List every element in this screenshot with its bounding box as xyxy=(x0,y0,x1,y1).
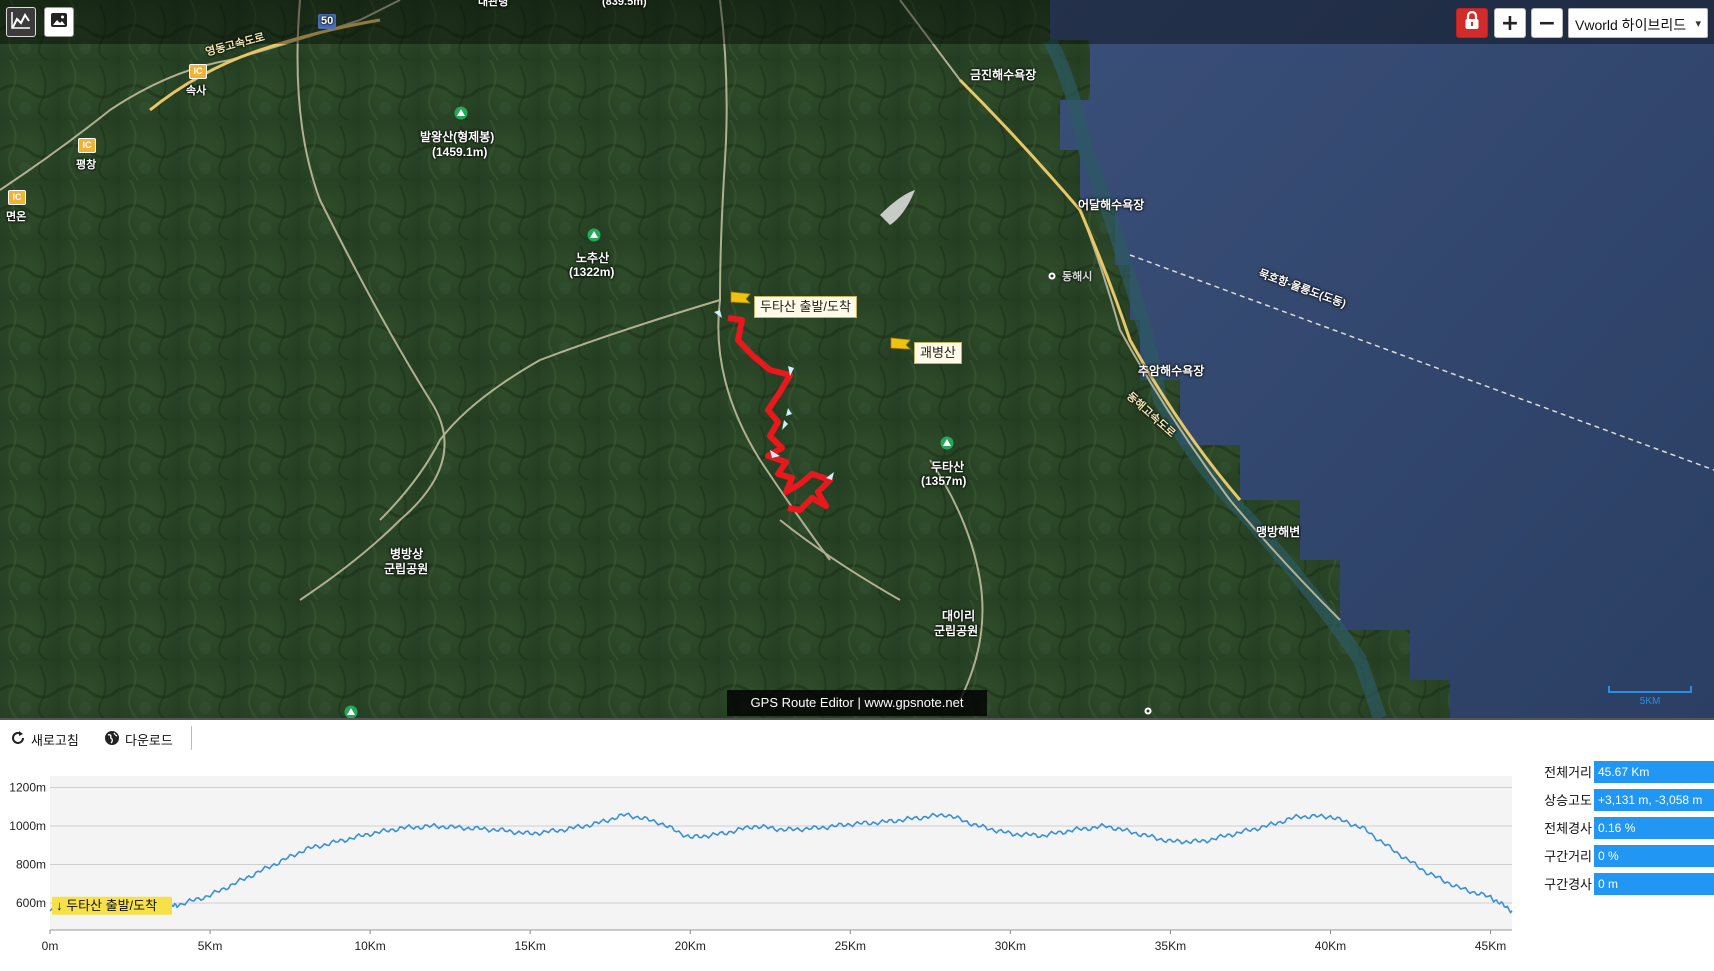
stat-row: 전체거리 45.67 Km xyxy=(1536,758,1714,786)
annotation-label: ↓ 두타산 출발/도착 xyxy=(56,898,157,913)
elevation-panel: 새로고침 다운로드 600m 800m 1000m 1200m 0m 5Km 10Km 15K… xyxy=(0,718,1714,971)
elevation-chart-button[interactable] xyxy=(6,7,36,37)
lock-button[interactable] xyxy=(1456,8,1488,38)
lock-icon xyxy=(1464,10,1480,36)
map-label-top-peak: (839.5m) xyxy=(602,0,647,8)
x-tick-label: 0m xyxy=(42,939,59,953)
x-tick-label: 40Km xyxy=(1315,939,1346,953)
route-shield: 50 xyxy=(318,14,337,29)
y-tick-label: 600m xyxy=(16,896,46,910)
stat-label: 전체거리 xyxy=(1544,765,1592,780)
stat-value: 45.67 Km xyxy=(1594,761,1714,783)
download-button[interactable]: 다운로드 xyxy=(104,730,173,749)
x-tick-label: 30Km xyxy=(995,939,1026,953)
zoom-in-button[interactable]: + xyxy=(1494,8,1526,38)
download-label: 다운로드 xyxy=(125,733,173,748)
refresh-button[interactable]: 새로고침 xyxy=(10,730,79,749)
map-credit[interactable]: GPS Route Editor | www.gpsnote.net xyxy=(727,690,987,716)
map-layer-value: Vworld 하이브리드 xyxy=(1575,17,1687,33)
y-tick-label: 1000m xyxy=(9,819,46,833)
map-label-byeongbangsan: 병방상 xyxy=(390,547,424,561)
map-label-dutasan: 두타산 xyxy=(931,460,965,474)
map-label-chuam: 추암해수욕장 xyxy=(1138,364,1205,378)
city-marker-icon xyxy=(1048,272,1056,280)
stats-panel: 전체거리 45.67 Km 상승고도 +3,131 m, -3,058 m 전체경사 0.… xyxy=(1536,758,1714,898)
start-flag-icon[interactable] xyxy=(728,290,752,312)
stat-row: 구간경사 0 m xyxy=(1536,870,1714,898)
stat-label: 전체경사 xyxy=(1544,821,1592,836)
stat-row: 전체경사 0.16 % xyxy=(1536,814,1714,842)
globe-icon xyxy=(104,730,120,749)
waypoint-flag-icon[interactable] xyxy=(888,336,912,358)
plot-area xyxy=(50,776,1512,930)
elevation-chart[interactable]: 600m 800m 1000m 1200m 0m 5Km 10Km 15Km 20Km 25Km 3… xyxy=(0,756,1520,971)
ic-badge: IC xyxy=(78,138,96,153)
city-marker-icon xyxy=(1144,707,1152,715)
mountain-icon xyxy=(454,106,468,120)
x-tick-label: 25Km xyxy=(835,939,866,953)
stat-value: +3,131 m, -3,058 m xyxy=(1594,789,1714,811)
stat-value: 0 % xyxy=(1594,845,1714,867)
image-capture-button[interactable] xyxy=(44,7,74,37)
map-label-top-place: 대관령 xyxy=(478,0,509,8)
stat-row: 구간거리 0 % xyxy=(1536,842,1714,870)
y-tick-label: 1200m xyxy=(9,781,46,795)
refresh-label: 새로고침 xyxy=(31,733,79,748)
x-tick-label: 5Km xyxy=(198,939,223,953)
x-tick-label: 20Km xyxy=(675,939,706,953)
ic-badge: IC xyxy=(8,190,26,205)
map-label-pyeongchang: 평창 xyxy=(76,159,97,171)
x-tick-label: 45Km xyxy=(1475,939,1506,953)
refresh-icon xyxy=(10,730,26,749)
map-label-eodal: 어달해수욕장 xyxy=(1078,198,1145,212)
map-label-nochusan-height: (1322m) xyxy=(569,265,615,279)
ic-badge: IC xyxy=(189,64,207,79)
waypoint-flag-label[interactable]: 괘병산 xyxy=(914,342,962,364)
map-label-daeiri: 대이리 xyxy=(942,609,976,623)
map-label-dutasan-height: (1357m) xyxy=(921,474,967,488)
stat-label: 상승고도 xyxy=(1544,793,1592,808)
scale-bar: 5KM xyxy=(1608,686,1692,707)
satellite-map[interactable] xyxy=(0,0,1714,718)
stat-label: 구간경사 xyxy=(1544,877,1592,892)
mountain-icon xyxy=(587,228,601,242)
x-tick-label: 10Km xyxy=(354,939,385,953)
y-tick-label: 800m xyxy=(16,858,46,872)
scale-label: 5KM xyxy=(1639,696,1661,707)
x-tick-label: 35Km xyxy=(1155,939,1186,953)
map-label-maengbang: 맹방해변 xyxy=(1256,525,1301,539)
mountain-icon xyxy=(344,705,358,718)
map-view[interactable]: + − Vworld 하이브리드 ▾ 대관령 (839.5m) 50 영동고속도… xyxy=(0,0,1714,718)
map-label-sokssa: 속사 xyxy=(186,85,207,97)
map-label-byeongbangsan-park: 군립공원 xyxy=(384,562,429,576)
map-label-daeiri-park: 군립공원 xyxy=(934,624,979,638)
map-label-nochusan: 노추산 xyxy=(576,251,610,265)
image-icon xyxy=(50,12,68,33)
stat-row: 상승고도 +3,131 m, -3,058 m xyxy=(1536,786,1714,814)
mountain-icon xyxy=(940,436,954,450)
chevron-down-icon: ▾ xyxy=(1695,18,1701,30)
stat-value: 0.16 % xyxy=(1594,817,1714,839)
chart-icon xyxy=(11,11,31,34)
toolbar-divider xyxy=(191,726,192,750)
zoom-out-button[interactable]: − xyxy=(1531,8,1563,38)
map-label-balwangsan: 발왕산(형제봉) xyxy=(420,130,495,144)
map-label-donghae: 동해시 xyxy=(1062,271,1093,283)
map-layer-select[interactable]: Vworld 하이브리드 ▾ xyxy=(1568,8,1708,38)
stat-value: 0 m xyxy=(1594,873,1714,895)
start-flag-label[interactable]: 두타산 출발/도착 xyxy=(754,296,857,318)
map-label-geumjin: 금진해수욕장 xyxy=(970,68,1037,82)
map-label-myeonon: 면온 xyxy=(6,211,27,223)
x-tick-label: 15Km xyxy=(515,939,546,953)
map-label-balwangsan-height: (1459.1m) xyxy=(432,145,488,159)
stat-label: 구간거리 xyxy=(1544,849,1592,864)
